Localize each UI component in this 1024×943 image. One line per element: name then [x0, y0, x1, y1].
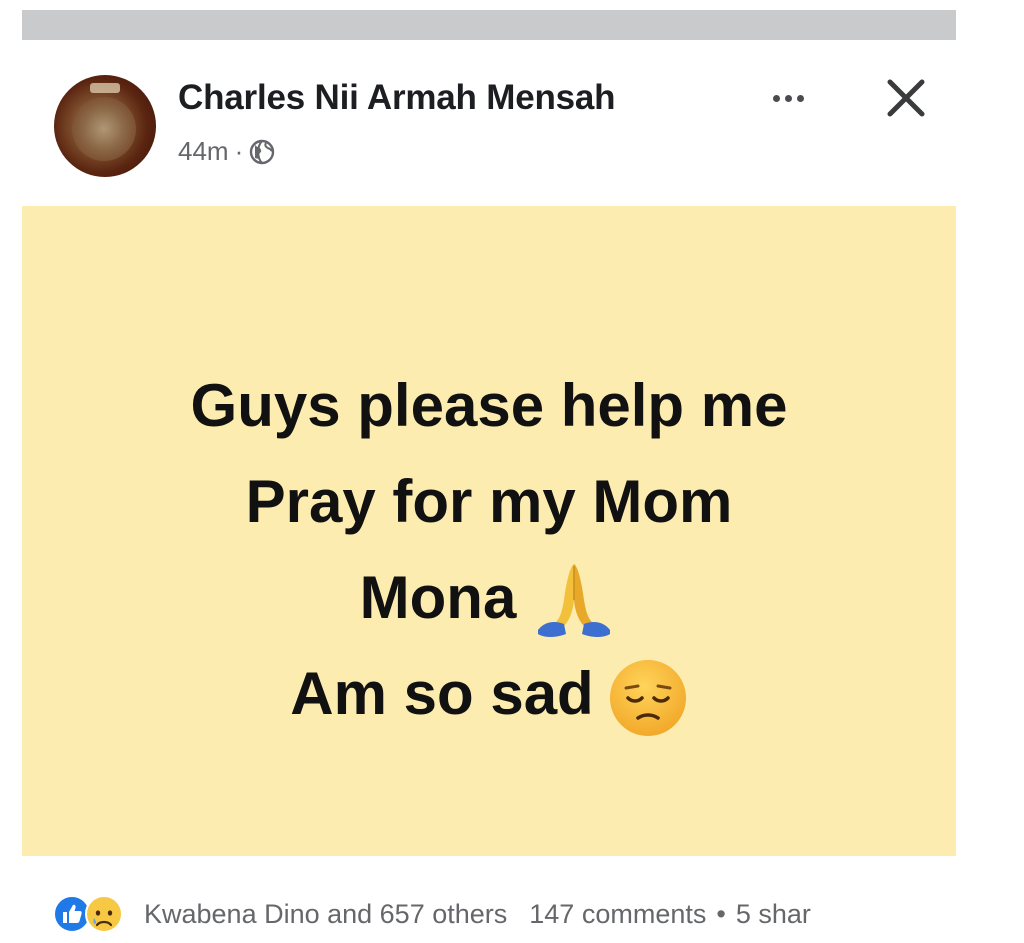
more-dot — [796, 94, 804, 102]
post-footer: Kwabena Dino and 657 others 147 comments… — [52, 892, 956, 936]
author-name[interactable]: Charles Nii Armah Mensah — [178, 78, 616, 118]
pensive-face-emoji — [609, 660, 686, 737]
more-dot — [784, 94, 792, 102]
post-line-3: Mona — [22, 550, 956, 646]
globe-icon — [250, 139, 275, 164]
post-line-2: Pray for my Mom — [245, 468, 733, 535]
reaction-icons[interactable] — [52, 892, 138, 936]
shares-count[interactable]: 5 shar — [736, 899, 811, 930]
facebook-post-screenshot: Charles Nii Armah Mensah 44m · Guys plea… — [0, 0, 1024, 943]
post-line-4: Am so sad — [22, 646, 956, 742]
avatar-badge — [90, 83, 120, 93]
post-line-4-text: Am so sad — [290, 660, 594, 727]
reactions-summary[interactable]: Kwabena Dino and 657 others — [144, 899, 507, 930]
post-time[interactable]: 44m — [178, 136, 229, 167]
post-text: Guys please help me Pray for my Mom Mona… — [22, 358, 956, 742]
avatar-image — [72, 97, 136, 161]
avatar[interactable] — [54, 75, 156, 177]
close-icon[interactable] — [882, 74, 930, 122]
post-card: Charles Nii Armah Mensah 44m · Guys plea… — [22, 40, 956, 943]
post-line-3-text: Mona — [359, 564, 517, 631]
post-meta: 44m · — [178, 136, 275, 167]
top-separator-bar — [22, 10, 956, 40]
right-margin — [956, 0, 1024, 943]
more-options-button[interactable] — [758, 78, 818, 118]
sad-icon — [85, 895, 123, 933]
footer-separator: • — [716, 898, 726, 929]
more-dot — [772, 94, 780, 102]
post-line-1: Guys please help me — [190, 372, 788, 439]
comments-count[interactable]: 147 comments — [529, 899, 706, 930]
folded-hands-emoji — [538, 564, 611, 638]
meta-separator: · — [234, 136, 244, 166]
